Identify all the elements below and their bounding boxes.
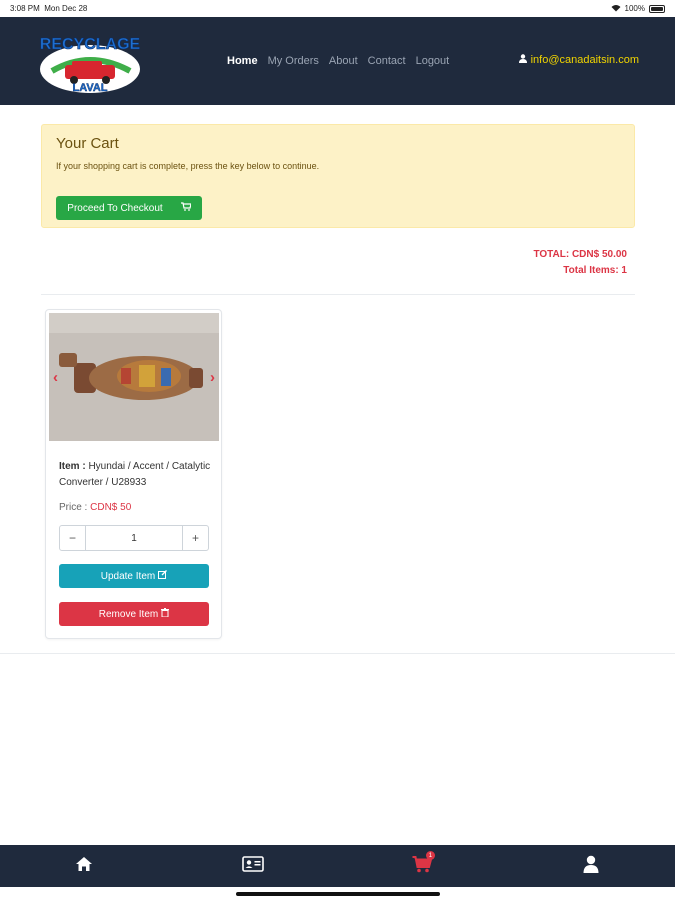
- cart-alert: Your Cart If your shopping cart is compl…: [41, 124, 635, 228]
- tab-cart[interactable]: 1: [392, 845, 452, 887]
- cart-title: Your Cart: [56, 135, 119, 152]
- quantity-stepper: − +: [59, 525, 209, 551]
- carousel-next-icon[interactable]: ›: [210, 369, 215, 386]
- trash-icon: [161, 608, 170, 620]
- status-right: 100%: [611, 4, 665, 14]
- user-icon: [518, 54, 527, 66]
- navbar: RECYCLAGE LAVAL Home My Orders About Con…: [0, 17, 675, 105]
- battery-percent: 100%: [624, 4, 645, 13]
- update-label: Update Item: [100, 570, 156, 582]
- price-value: CDN$ 50: [90, 502, 132, 513]
- wifi-icon: [611, 4, 621, 14]
- brand-logo[interactable]: RECYCLAGE LAVAL: [32, 31, 148, 95]
- update-item-button[interactable]: Update Item: [59, 564, 209, 588]
- price-label: Price :: [59, 502, 88, 513]
- id-card-icon: [242, 855, 264, 877]
- nav-my-orders[interactable]: My Orders: [268, 55, 319, 67]
- cart-total: TOTAL: CDN$ 50.00: [533, 249, 627, 260]
- edit-icon: [158, 570, 168, 582]
- nav-home[interactable]: Home: [227, 55, 258, 67]
- nav-contact[interactable]: Contact: [368, 55, 406, 67]
- email-text: info@canadaitsin.com: [530, 54, 639, 66]
- battery-icon: [649, 4, 665, 13]
- item-label: Item :: [59, 461, 86, 472]
- svg-text:RECYCLAGE: RECYCLAGE: [40, 36, 141, 53]
- tab-home[interactable]: [54, 845, 114, 887]
- cart-totals: TOTAL: CDN$ 50.00 Total Items: 1: [533, 247, 627, 279]
- carousel-prev-icon[interactable]: ‹: [53, 369, 58, 386]
- divider: [0, 653, 675, 654]
- checkout-label: Proceed To Checkout: [67, 202, 163, 214]
- nav-about[interactable]: About: [329, 55, 358, 67]
- divider: [41, 294, 635, 295]
- cart-message: If your shopping cart is complete, press…: [56, 161, 320, 171]
- quantity-decrease-button[interactable]: −: [60, 526, 86, 550]
- cart-total-items: Total Items: 1: [563, 265, 627, 276]
- bottom-tab-bar: 1: [0, 845, 675, 887]
- cart-badge: 1: [425, 851, 435, 860]
- quantity-input[interactable]: [86, 526, 182, 550]
- item-price: Price : CDN$ 50: [59, 502, 131, 513]
- tab-profile[interactable]: [561, 845, 621, 887]
- remove-item-button[interactable]: Remove Item: [59, 602, 209, 626]
- proceed-to-checkout-button[interactable]: Proceed To Checkout: [56, 196, 202, 220]
- status-bar: 3:08 PM Mon Dec 28 100%: [0, 0, 675, 17]
- user-icon: [583, 855, 599, 878]
- home-icon: [75, 856, 93, 877]
- home-indicator: [236, 892, 440, 896]
- status-time: 3:08 PM Mon Dec 28: [10, 4, 88, 13]
- cart-icon: [180, 202, 192, 214]
- cart-item-card: ‹ › Item : Hyundai / Accent / Catalytic …: [45, 309, 222, 639]
- svg-text:LAVAL: LAVAL: [72, 82, 107, 94]
- nav-email-link[interactable]: info@canadaitsin.com: [518, 54, 639, 66]
- item-description: Item : Hyundai / Accent / Catalytic Conv…: [59, 459, 214, 491]
- item-image: ‹ ›: [49, 313, 219, 441]
- nav-links: Home My Orders About Contact Logout: [227, 55, 449, 67]
- tab-orders[interactable]: [223, 845, 283, 887]
- nav-logout[interactable]: Logout: [416, 55, 450, 67]
- remove-label: Remove Item: [98, 608, 159, 620]
- quantity-increase-button[interactable]: +: [182, 526, 208, 550]
